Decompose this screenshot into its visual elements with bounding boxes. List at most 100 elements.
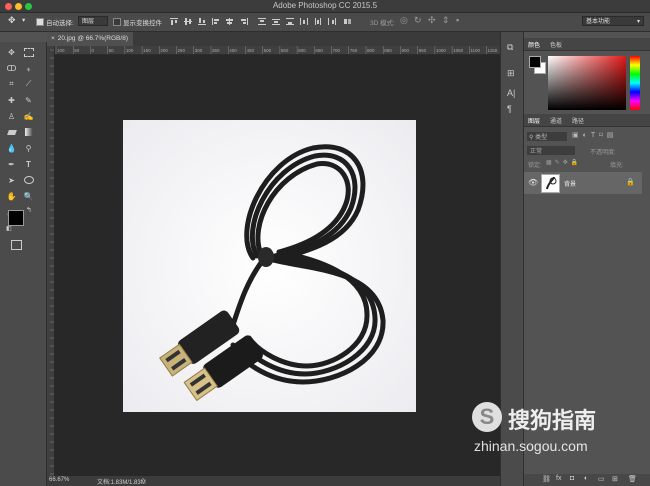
ruler-tick-label: 650 bbox=[315, 48, 323, 53]
healing-icon[interactable]: ✚ bbox=[5, 94, 18, 106]
align-bottom-icon[interactable] bbox=[198, 18, 206, 25]
document-image[interactable] bbox=[123, 120, 416, 412]
align-middle-icon[interactable] bbox=[184, 18, 192, 25]
ruler-tick-label: 100 bbox=[57, 48, 65, 53]
filter-icons[interactable]: ▣◐T⌑▤ bbox=[572, 131, 617, 139]
3d-roll-icon[interactable]: ↻ bbox=[414, 15, 422, 26]
adjustment-layer-icon[interactable]: ◐ bbox=[584, 475, 588, 482]
lock-icons[interactable]: ▦✎✥🔒 bbox=[546, 159, 581, 166]
close-tab-icon[interactable]: × bbox=[51, 35, 55, 42]
auto-select-value: 图层 bbox=[82, 19, 95, 25]
foreground-color-swatch[interactable] bbox=[8, 210, 24, 226]
auto-select-checkbox[interactable] bbox=[36, 18, 44, 26]
blend-mode-value: 正常 bbox=[530, 149, 543, 155]
distribute-center-icon[interactable] bbox=[314, 18, 322, 25]
blend-mode-dropdown[interactable]: 正常 bbox=[527, 146, 575, 155]
ruler-tick-label: 50 bbox=[109, 48, 115, 53]
type-icon[interactable]: T bbox=[22, 158, 35, 170]
ruler-tick-label: 50 bbox=[74, 48, 80, 53]
distribute-bottom-icon[interactable] bbox=[286, 18, 294, 25]
brush-icon[interactable]: ✎ bbox=[22, 94, 35, 106]
zoom-level[interactable]: 66.67% bbox=[49, 477, 69, 483]
tool-preset-chevron-icon[interactable]: ▾ bbox=[22, 16, 25, 24]
eye-icon[interactable]: 👁 bbox=[528, 178, 538, 187]
crop-icon[interactable]: ⌗ bbox=[5, 78, 18, 90]
panel-foreground-swatch[interactable] bbox=[529, 56, 541, 68]
3d-slide-icon[interactable]: ⇕ bbox=[442, 15, 450, 26]
blur-icon[interactable]: 💧 bbox=[5, 142, 18, 154]
add-mask-icon[interactable]: ◘ bbox=[570, 475, 574, 482]
workspace-dropdown[interactable]: 基本功能 ▾ bbox=[582, 16, 644, 26]
history-brush-icon[interactable]: ✍ bbox=[22, 110, 35, 122]
character-panel-icon[interactable]: A| bbox=[507, 88, 515, 98]
swap-colors-icon[interactable]: ↰ bbox=[26, 206, 32, 214]
status-bar: 66.67% 文档:1.83M/1.83M › bbox=[47, 476, 519, 486]
properties-panel-icon[interactable]: ⊞ bbox=[507, 68, 515, 79]
tab-layers[interactable]: 图层 bbox=[528, 116, 540, 125]
3d-orbit-icon[interactable]: ◎ bbox=[400, 15, 408, 26]
history-panel-icon[interactable]: ⧉ bbox=[507, 42, 513, 53]
window-title: Adobe Photoshop CC 2015.5 bbox=[272, 1, 378, 10]
tab-paths[interactable]: 路径 bbox=[572, 116, 584, 125]
tab-color[interactable]: 颜色 bbox=[528, 40, 540, 49]
align-center-icon[interactable] bbox=[226, 18, 234, 25]
default-colors-icon[interactable]: ◧ bbox=[6, 225, 12, 232]
3d-scale-icon[interactable]: ▪ bbox=[456, 15, 459, 25]
marquee-icon[interactable] bbox=[22, 46, 35, 58]
distribute-top-icon[interactable] bbox=[258, 18, 266, 25]
ruler-tick-label: 400 bbox=[229, 48, 237, 53]
layer-row-background[interactable]: 👁 背景 🔒 bbox=[524, 172, 642, 194]
shape-icon[interactable] bbox=[22, 174, 35, 186]
quick-mask-icon[interactable] bbox=[11, 240, 22, 250]
layer-style-icon[interactable]: fx bbox=[556, 475, 561, 482]
workspace-chevron-icon: ▾ bbox=[636, 19, 640, 25]
ruler-tick-label: 0 bbox=[91, 48, 94, 53]
new-group-icon[interactable]: ▭ bbox=[598, 475, 605, 483]
status-menu-chevron-icon[interactable]: › bbox=[142, 477, 144, 483]
auto-select-dropdown[interactable]: 图层 bbox=[78, 16, 108, 26]
stamp-icon[interactable]: ♙ bbox=[5, 110, 18, 122]
zoom-icon[interactable]: 🔍 bbox=[22, 190, 35, 202]
new-layer-icon[interactable]: ⊞ bbox=[612, 475, 618, 483]
link-layers-icon[interactable]: ⛓ bbox=[542, 475, 551, 483]
document-tab-bar: × 20.jpg @ 66.7%(RGB/8) bbox=[47, 32, 519, 46]
paragraph-panel-icon[interactable]: ¶ bbox=[507, 104, 512, 114]
distribute-right-icon[interactable] bbox=[328, 18, 336, 25]
eraser-icon[interactable] bbox=[5, 126, 18, 138]
title-bar: Adobe Photoshop CC 2015.5 bbox=[0, 0, 650, 13]
gradient-icon[interactable] bbox=[22, 126, 35, 138]
delete-layer-icon[interactable]: 🗑 bbox=[628, 475, 637, 483]
magic-wand-icon[interactable]: ⁎ bbox=[22, 62, 35, 74]
align-top-icon[interactable] bbox=[170, 18, 178, 25]
vertical-ruler-ticks bbox=[50, 49, 54, 475]
transform-controls-checkbox[interactable] bbox=[113, 18, 121, 26]
dodge-icon[interactable]: ⚲ bbox=[22, 142, 35, 154]
tab-swatches[interactable]: 色板 bbox=[550, 40, 562, 49]
distribute-left-icon[interactable] bbox=[300, 18, 308, 25]
align-left-icon[interactable] bbox=[212, 18, 220, 25]
move-icon[interactable]: ✥ bbox=[5, 46, 18, 58]
ruler-tick-label: 200 bbox=[160, 48, 168, 53]
auto-align-icon[interactable] bbox=[344, 18, 352, 25]
horizontal-ruler: 100 50 0 50 100 150 200 250 300 350 400 450 500 550 60… bbox=[54, 46, 519, 55]
document-tab[interactable]: × 20.jpg @ 66.7%(RGB/8) bbox=[47, 32, 133, 46]
sogou-logo-icon: S bbox=[472, 402, 502, 432]
hue-slider[interactable] bbox=[630, 56, 640, 110]
pen-icon[interactable]: ✒ bbox=[5, 158, 18, 170]
tab-channels[interactable]: 通道 bbox=[550, 116, 562, 125]
lasso-icon[interactable]: ↀ bbox=[5, 62, 18, 74]
align-right-icon[interactable] bbox=[240, 18, 248, 25]
layer-filter-dropdown[interactable]: ⚲ 类型 bbox=[527, 132, 567, 141]
ruler-tick-label: 900 bbox=[401, 48, 409, 53]
layers-bottom-bar: ⛓ fx ◘ ◐ ▭ ⊞ 🗑 bbox=[524, 474, 650, 486]
path-select-icon[interactable]: ➤ bbox=[5, 174, 18, 186]
eyedropper-icon[interactable]: ⟋ bbox=[22, 78, 35, 90]
distribute-middle-icon[interactable] bbox=[272, 18, 280, 25]
color-field[interactable] bbox=[548, 56, 626, 110]
hand-icon[interactable]: ✋ bbox=[5, 190, 18, 202]
move-tool-icon[interactable]: ✥ bbox=[8, 15, 16, 26]
usb-cable-image bbox=[123, 120, 416, 412]
3d-pan-icon[interactable]: ✣ bbox=[428, 15, 436, 26]
tools-panel: ✥ ↀ ⁎ ⌗ ⟋ ✚ ✎ ♙ ✍ 💧 ⚲ ✒ T ➤ ✋ 🔍 ••• ↰ ◧ bbox=[0, 42, 47, 486]
ruler-tick-label: 800 bbox=[367, 48, 375, 53]
